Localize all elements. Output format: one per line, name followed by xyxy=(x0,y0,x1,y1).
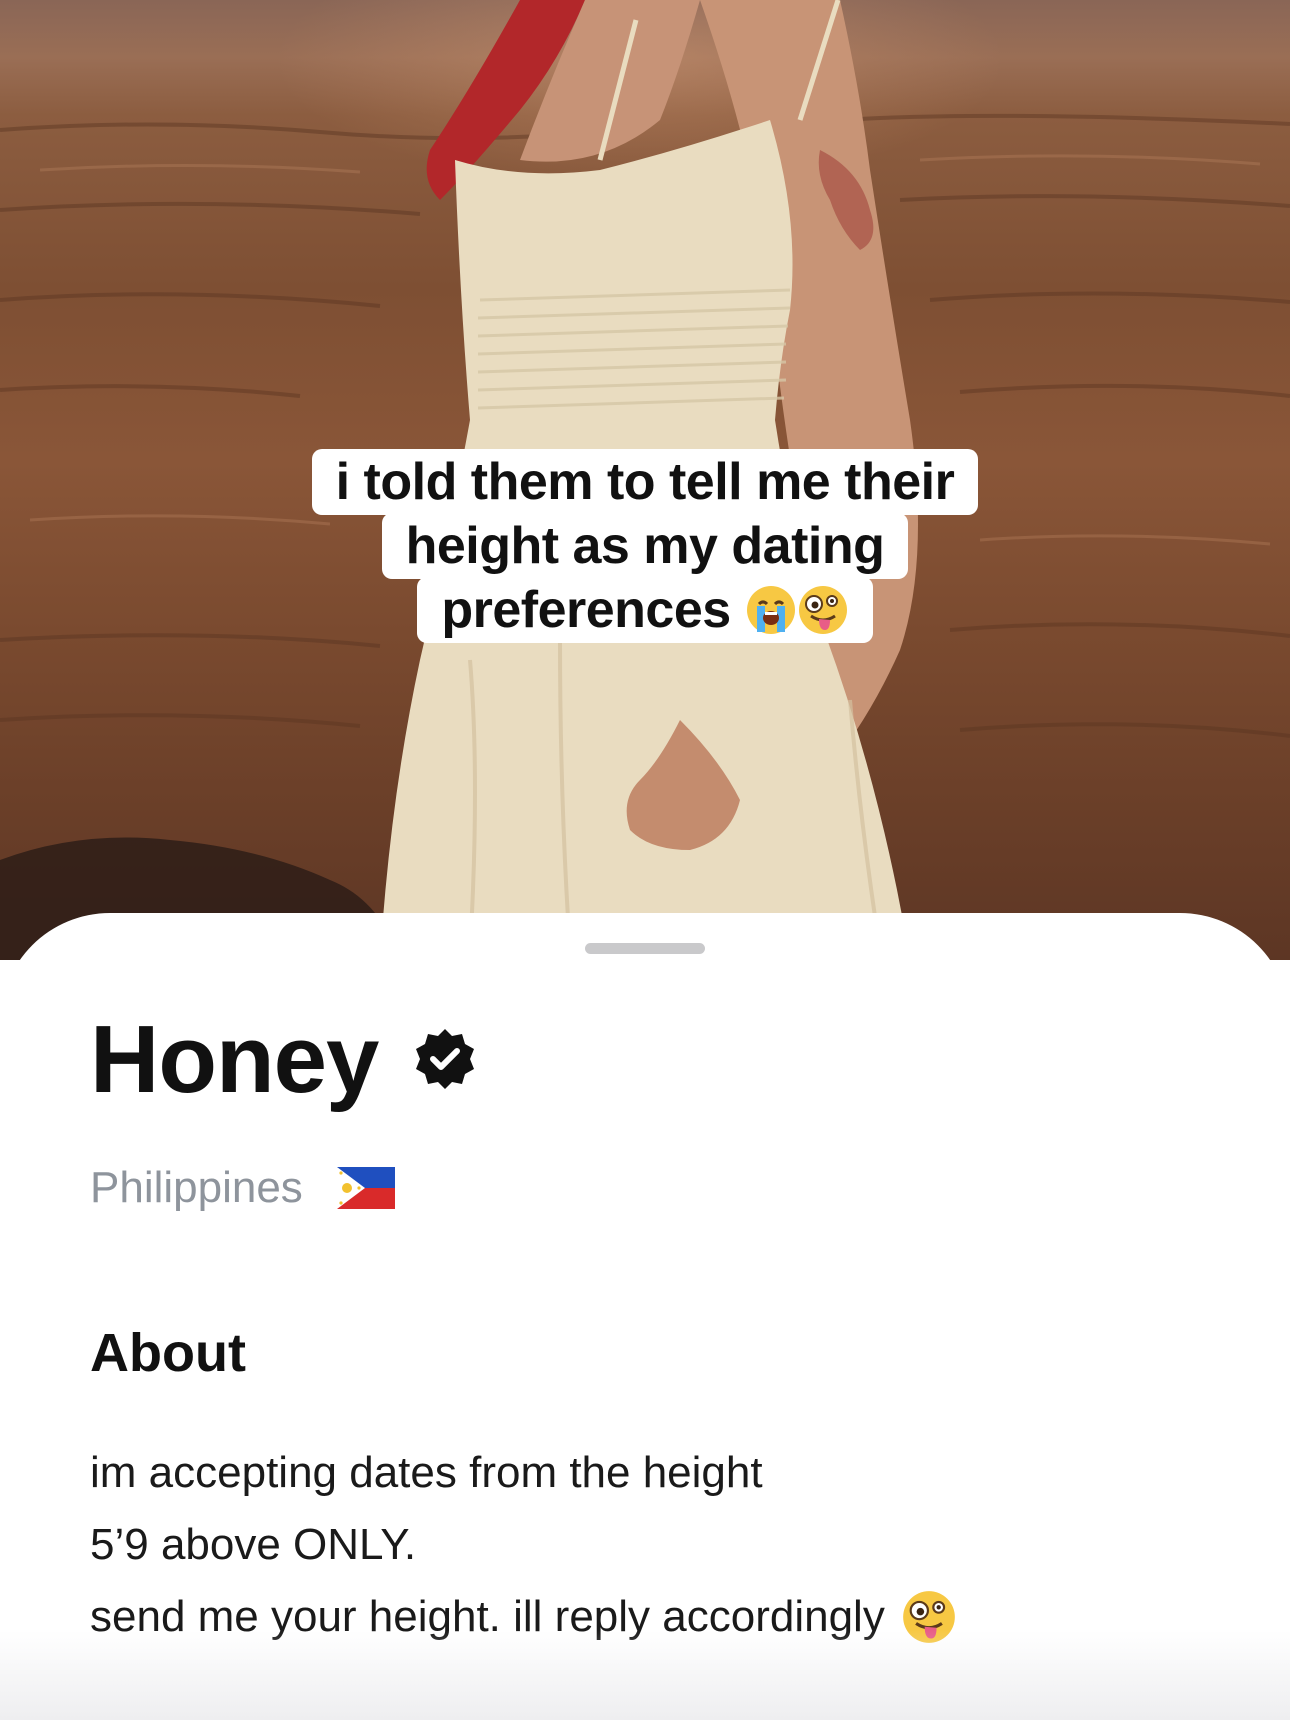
location-row: Philippines xyxy=(90,1160,395,1216)
bio-line-1: im accepting dates from the height xyxy=(90,1448,763,1497)
bio-line-2: 5’9 above ONLY. xyxy=(90,1520,417,1569)
philippines-flag-icon xyxy=(336,1167,395,1209)
profile-sheet: Honey Philippines About im accepting dat… xyxy=(0,913,1290,1720)
verified-badge-icon xyxy=(416,1029,475,1089)
loudly-crying-face-icon xyxy=(746,586,795,634)
zany-face-icon xyxy=(798,586,847,634)
profile-name: Honey xyxy=(90,1006,379,1113)
about-bio: im accepting dates from the height 5’9 a… xyxy=(90,1437,1210,1653)
caption-line-3-text: preferences xyxy=(441,581,731,639)
caption-line-2: height as my dating xyxy=(381,513,909,579)
location-text: Philippines xyxy=(90,1163,303,1212)
caption-line-3: preferences xyxy=(417,577,873,643)
bottom-fade xyxy=(0,1630,1290,1720)
about-heading: About xyxy=(90,1323,246,1383)
name-row: Honey xyxy=(90,1005,478,1115)
caption-overlay: i told them to tell me their height as m… xyxy=(0,449,1290,643)
sheet-grabber-handle[interactable] xyxy=(585,943,705,954)
caption-line-1: i told them to tell me their xyxy=(311,449,979,515)
